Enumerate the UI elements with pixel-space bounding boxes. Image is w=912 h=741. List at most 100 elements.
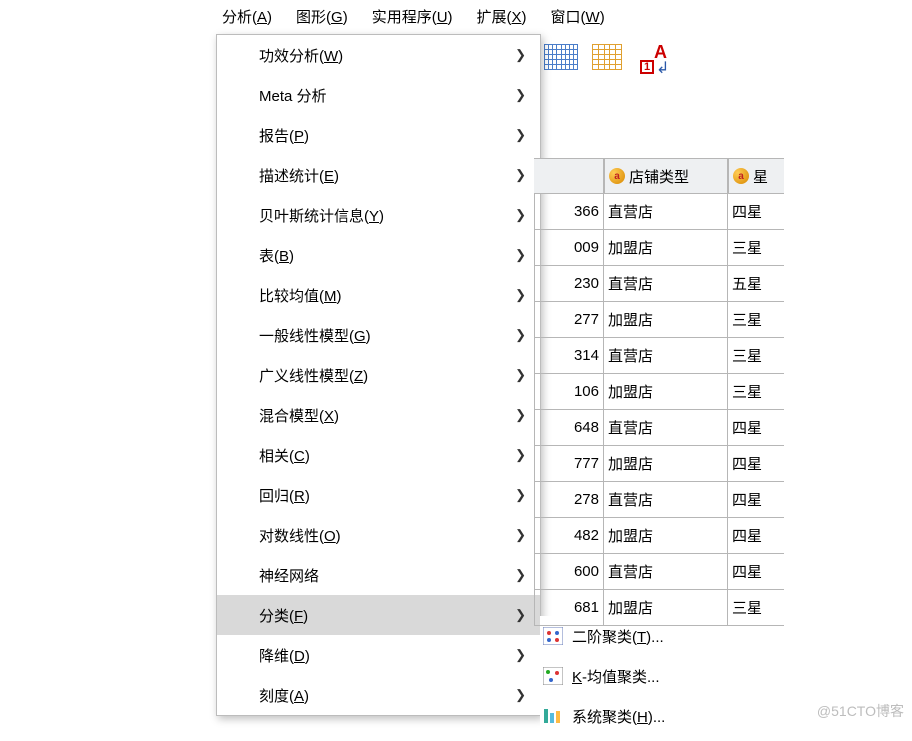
menu-item-4[interactable]: 贝叶斯统计信息(Y)❯	[217, 195, 540, 235]
cell-shoptype[interactable]: 直营店	[604, 338, 728, 374]
menu-item-6[interactable]: 比较均值(M)❯	[217, 275, 540, 315]
cell-shoptype[interactable]: 直营店	[604, 554, 728, 590]
table-row[interactable]: 600直营店四星	[534, 554, 784, 590]
cell-star[interactable]: 四星	[728, 446, 784, 482]
table-row[interactable]: 277加盟店三星	[534, 302, 784, 338]
label: 店铺类型	[629, 166, 689, 187]
cell-star[interactable]: 四星	[728, 518, 784, 554]
col-header-star[interactable]: a 星	[728, 158, 784, 194]
table-row[interactable]: 278直营店四星	[534, 482, 784, 518]
menu-item-5[interactable]: 表(B)❯	[217, 235, 540, 275]
cell-star[interactable]: 四星	[728, 194, 784, 230]
menu-graphs[interactable]: 图形(G)	[296, 6, 348, 27]
cell-number[interactable]: 366	[534, 194, 604, 230]
menu-item-13[interactable]: 神经网络❯	[217, 555, 540, 595]
cell-star[interactable]: 四星	[728, 554, 784, 590]
menu-item-label: 一般线性模型(G)	[259, 325, 371, 346]
menubar: 分析(A) 图形(G) 实用程序(U) 扩展(X) 窗口(W)	[216, 0, 756, 31]
mnemonic: W	[586, 9, 600, 26]
cell-shoptype[interactable]: 直营店	[604, 266, 728, 302]
menu-item-label: 降维(D)	[259, 645, 310, 666]
cell-number[interactable]: 009	[534, 230, 604, 266]
chevron-right-icon: ❯	[515, 647, 526, 663]
cell-shoptype[interactable]: 直营店	[604, 194, 728, 230]
menu-item-label: 相关(C)	[259, 445, 310, 466]
cell-number[interactable]: 600	[534, 554, 604, 590]
menu-item-label: 表(B)	[259, 245, 294, 266]
cell-star[interactable]: 四星	[728, 410, 784, 446]
label: 扩展(	[477, 9, 512, 26]
menu-analyze[interactable]: 分析(A)	[222, 6, 272, 27]
table-row[interactable]: 106加盟店三星	[534, 374, 784, 410]
cell-shoptype[interactable]: 加盟店	[604, 518, 728, 554]
menu-item-label: 对数线性(O)	[259, 525, 341, 546]
cell-star[interactable]: 五星	[728, 266, 784, 302]
menu-item-9[interactable]: 混合模型(X)❯	[217, 395, 540, 435]
cell-number[interactable]: 278	[534, 482, 604, 518]
submenu-item-2[interactable]: 系统聚类(H)...	[540, 696, 750, 736]
cell-number[interactable]: 106	[534, 374, 604, 410]
table-row[interactable]: 009加盟店三星	[534, 230, 784, 266]
measure-nominal-icon: a	[733, 168, 749, 184]
col-header-number[interactable]	[534, 158, 604, 194]
label: 星	[753, 166, 768, 187]
toolbar-grid-yellow-icon[interactable]	[592, 44, 630, 74]
toolbar-goto-case-icon[interactable]: A 1 ↲	[640, 44, 678, 74]
cell-number[interactable]: 681	[534, 590, 604, 626]
chevron-right-icon: ❯	[515, 447, 526, 463]
cell-number[interactable]: 314	[534, 338, 604, 374]
table-row[interactable]: 314直营店三星	[534, 338, 784, 374]
menu-item-10[interactable]: 相关(C) ❯	[217, 435, 540, 475]
menu-item-11[interactable]: 回归(R)❯	[217, 475, 540, 515]
measure-nominal-icon: a	[609, 168, 625, 184]
cell-number[interactable]: 777	[534, 446, 604, 482]
menu-item-12[interactable]: 对数线性(O)❯	[217, 515, 540, 555]
cell-shoptype[interactable]: 加盟店	[604, 302, 728, 338]
cell-number[interactable]: 648	[534, 410, 604, 446]
menu-item-2[interactable]: 报告(P)❯	[217, 115, 540, 155]
cell-shoptype[interactable]: 加盟店	[604, 590, 728, 626]
cell-number[interactable]: 277	[534, 302, 604, 338]
menu-item-15[interactable]: 降维(D) ❯	[217, 635, 540, 675]
menu-item-0[interactable]: 功效分析(W)❯	[217, 35, 540, 75]
table-row[interactable]: 648直营店四星	[534, 410, 784, 446]
menu-item-1[interactable]: Meta 分析❯	[217, 75, 540, 115]
cell-star[interactable]: 三星	[728, 338, 784, 374]
table-row[interactable]: 230直营店五星	[534, 266, 784, 302]
table-row[interactable]: 366直营店四星	[534, 194, 784, 230]
menu-item-3[interactable]: 描述统计(E)❯	[217, 155, 540, 195]
label-tail: )	[267, 9, 272, 26]
cell-number[interactable]: 482	[534, 518, 604, 554]
cell-star[interactable]: 三星	[728, 374, 784, 410]
menu-item-8[interactable]: 广义线性模型(Z)❯	[217, 355, 540, 395]
label-tail: )	[522, 9, 527, 26]
menu-item-label: 分类(F)	[259, 605, 308, 626]
menu-item-label: 报告(P)	[259, 125, 309, 146]
chevron-right-icon: ❯	[515, 487, 526, 503]
table-row[interactable]: 777加盟店四星	[534, 446, 784, 482]
cell-number[interactable]: 230	[534, 266, 604, 302]
menu-item-label: 广义线性模型(Z)	[259, 365, 368, 386]
chevron-right-icon: ❯	[515, 407, 526, 423]
table-row[interactable]: 681加盟店三星	[534, 590, 784, 626]
menu-item-16[interactable]: 刻度(A)❯	[217, 675, 540, 715]
cell-shoptype[interactable]: 加盟店	[604, 446, 728, 482]
menu-item-7[interactable]: 一般线性模型(G)❯	[217, 315, 540, 355]
label: 图形(	[296, 9, 331, 26]
cell-star[interactable]: 四星	[728, 482, 784, 518]
cell-shoptype[interactable]: 直营店	[604, 482, 728, 518]
cell-star[interactable]: 三星	[728, 230, 784, 266]
table-row[interactable]: 482加盟店四星	[534, 518, 784, 554]
cell-shoptype[interactable]: 加盟店	[604, 374, 728, 410]
cell-star[interactable]: 三星	[728, 590, 784, 626]
col-header-shoptype[interactable]: a 店铺类型	[604, 158, 728, 194]
submenu-item-1[interactable]: K-均值聚类...	[540, 656, 750, 696]
cell-shoptype[interactable]: 加盟店	[604, 230, 728, 266]
cell-shoptype[interactable]: 直营店	[604, 410, 728, 446]
menu-utilities[interactable]: 实用程序(U)	[372, 6, 453, 27]
menu-item-14[interactable]: 分类(F)❯	[217, 595, 540, 635]
menu-window[interactable]: 窗口(W)	[551, 6, 605, 27]
menu-extensions[interactable]: 扩展(X)	[477, 6, 527, 27]
cell-star[interactable]: 三星	[728, 302, 784, 338]
toolbar-grid-blue-icon[interactable]	[544, 44, 582, 74]
